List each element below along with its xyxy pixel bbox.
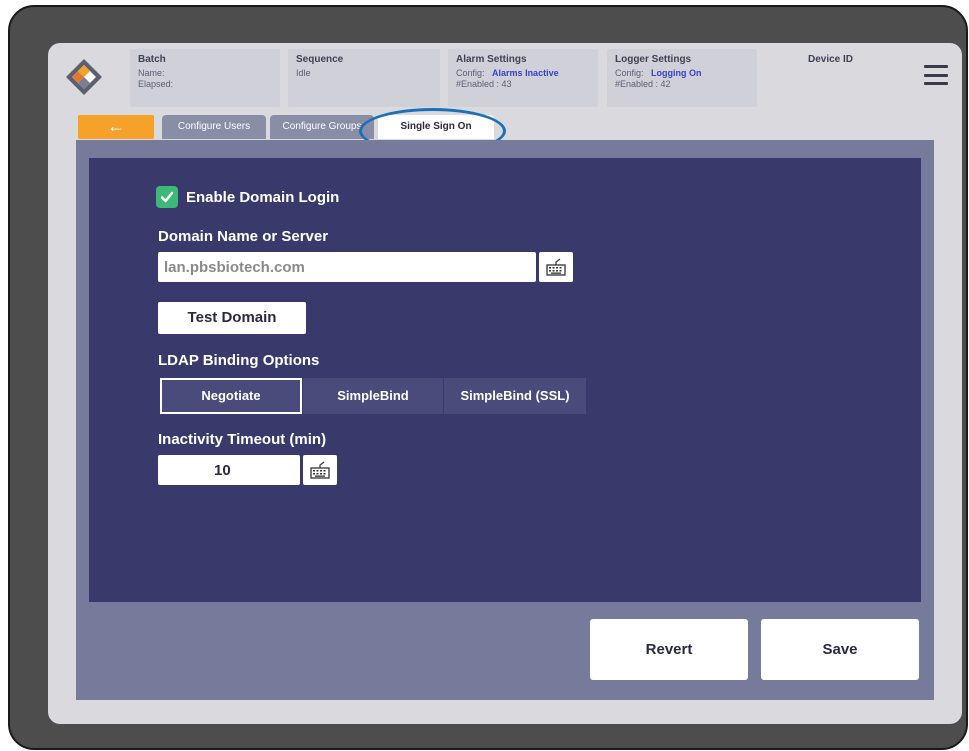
batch-status-block: Batch Name: Elapsed: (130, 49, 280, 107)
ldap-option-simplebind[interactable]: SimpleBind (303, 378, 443, 414)
domain-name-input[interactable] (158, 252, 536, 282)
batch-elapsed-label: Elapsed: (138, 79, 174, 89)
tab-configure-groups[interactable]: Configure Groups (270, 115, 374, 139)
enable-domain-login-row: Enable Domain Login (156, 186, 339, 208)
ldap-binding-label: LDAP Binding Options (158, 352, 320, 369)
device-id-label: Device ID (808, 54, 854, 65)
sequence-title: Sequence (296, 54, 344, 65)
keyboard-icon (546, 258, 566, 276)
revert-button[interactable]: Revert (590, 619, 748, 680)
logger-config-label: Config: (615, 68, 644, 78)
domain-name-label: Domain Name or Server (158, 228, 329, 245)
ldap-option-negotiate[interactable]: Negotiate (160, 378, 302, 414)
logger-enabled-count: #Enabled : 42 (615, 79, 671, 89)
alarm-enabled-count: #Enabled : 43 (456, 79, 512, 89)
tab-configure-users[interactable]: Configure Users (162, 115, 266, 139)
batch-name-label: Name: (138, 68, 165, 78)
alarm-config-label: Config: (456, 68, 485, 78)
hamburger-menu-icon[interactable] (924, 65, 948, 85)
tab-single-sign-on[interactable]: Single Sign On (378, 115, 494, 139)
keyboard-icon (310, 461, 330, 479)
alarm-config-value: Alarms Inactive (492, 68, 559, 78)
batch-title: Batch (138, 54, 166, 65)
alarm-settings-title: Alarm Settings (456, 54, 527, 65)
logger-settings-block[interactable]: Logger Settings Config: Logging On #Enab… (607, 49, 757, 107)
checkmark-icon (160, 191, 174, 203)
enable-domain-login-label: Enable Domain Login (186, 188, 340, 206)
sequence-status-block: Sequence Idle (288, 49, 440, 107)
back-button[interactable]: ← (78, 115, 154, 139)
alarm-settings-block[interactable]: Alarm Settings Config: Alarms Inactive #… (448, 49, 598, 107)
save-button[interactable]: Save (761, 619, 919, 680)
sequence-value: Idle (296, 68, 311, 78)
timeout-keyboard-button[interactable] (303, 455, 337, 485)
logger-config-value: Logging On (651, 68, 702, 78)
test-domain-button[interactable]: Test Domain (158, 302, 306, 334)
domain-keyboard-button[interactable] (539, 252, 573, 282)
ldap-option-simplebind-ssl[interactable]: SimpleBind (SSL) (444, 378, 586, 414)
enable-domain-login-checkbox[interactable] (156, 186, 178, 208)
logger-settings-title: Logger Settings (615, 54, 692, 65)
tablet-frame: Batch Name: Elapsed: Sequence Idle Alarm… (8, 5, 968, 750)
inactivity-timeout-input[interactable] (158, 455, 300, 485)
app-screen: Batch Name: Elapsed: Sequence Idle Alarm… (48, 43, 962, 724)
app-logo-icon (66, 59, 102, 95)
inactivity-timeout-label: Inactivity Timeout (min) (158, 431, 327, 448)
